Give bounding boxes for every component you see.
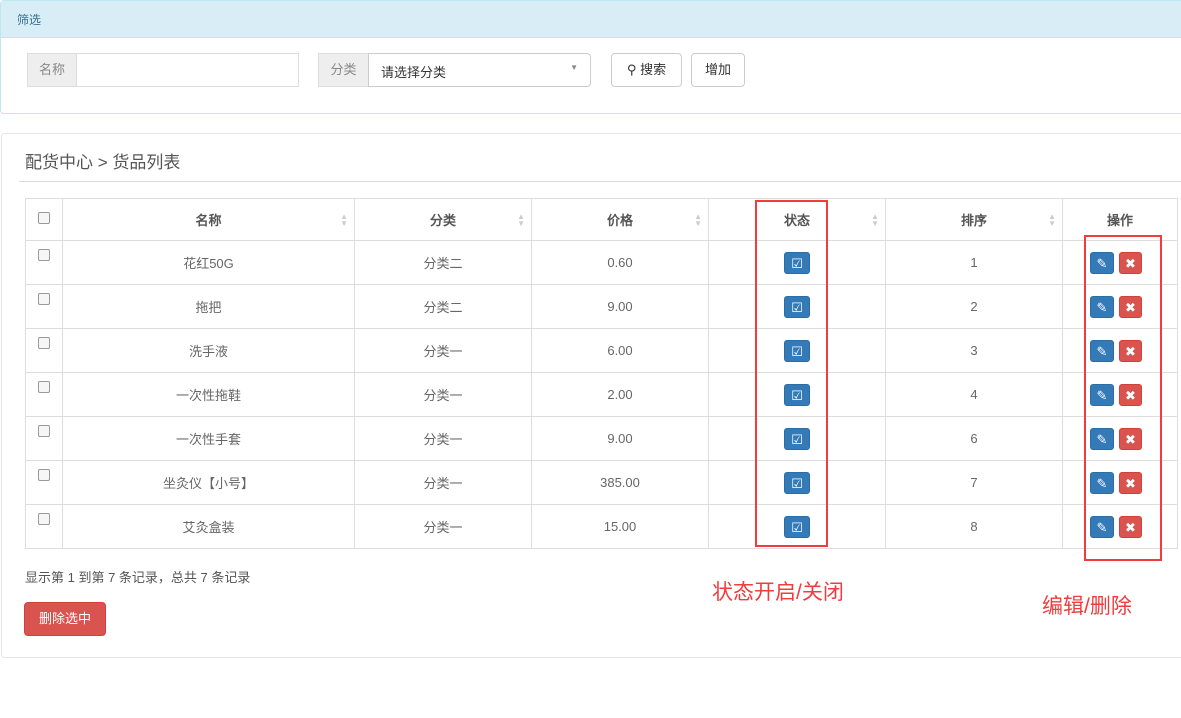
- cell-category: 分类二: [354, 284, 532, 329]
- cell-category: 分类一: [354, 372, 532, 417]
- table-row: 洗手液 分类一 6.00 ☑ 3 ✎ ✖: [25, 328, 1178, 373]
- column-header-name[interactable]: 名称 ▲ ▼: [62, 198, 355, 241]
- cell-order: 3: [885, 328, 1063, 373]
- annotation-box-status: [755, 200, 828, 547]
- filter-panel-title: 筛选: [1, 1, 1181, 38]
- cell-category: 分类一: [354, 416, 532, 461]
- table-row: 坐灸仪【小号】 分类一 385.00 ☑ 7 ✎ ✖: [25, 460, 1178, 505]
- category-label: 分类: [318, 53, 369, 87]
- table-row: 一次性手套 分类一 9.00 ☑ 6 ✎ ✖: [25, 416, 1178, 461]
- cell-price: 0.60: [531, 240, 709, 285]
- sort-icon: ▲ ▼: [871, 212, 879, 228]
- cell-price: 6.00: [531, 328, 709, 373]
- caret-down-icon: ▼: [570, 63, 578, 72]
- sort-icon: ▲ ▼: [517, 212, 525, 228]
- sort-icon: ▲ ▼: [340, 212, 348, 228]
- cell-price: 9.00: [531, 284, 709, 329]
- goods-table: 名称 ▲ ▼ 分类 ▲ ▼ 价格 ▲ ▼ 状态 ▲ ▼ 排序 ▲ ▼ 操作 花红50G 分类二 0.…: [25, 198, 1178, 549]
- row-checkbox[interactable]: [38, 337, 50, 349]
- cell-price: 385.00: [531, 460, 709, 505]
- divider: [19, 181, 1181, 182]
- breadcrumb: 配货中心 > 货品列表: [25, 153, 181, 172]
- sort-icon: ▲ ▼: [1048, 212, 1056, 228]
- cell-order: 8: [885, 504, 1063, 549]
- column-header-price[interactable]: 价格 ▲ ▼: [531, 198, 709, 241]
- cell-price: 15.00: [531, 504, 709, 549]
- add-button[interactable]: 增加: [691, 53, 745, 87]
- name-input[interactable]: [76, 53, 299, 87]
- cell-order: 7: [885, 460, 1063, 505]
- table-row: 拖把 分类二 9.00 ☑ 2 ✎ ✖: [25, 284, 1178, 329]
- name-label: 名称: [27, 53, 77, 87]
- cell-category: 分类二: [354, 240, 532, 285]
- cell-name: 坐灸仪【小号】: [62, 460, 355, 505]
- cell-order: 4: [885, 372, 1063, 417]
- cell-price: 2.00: [531, 372, 709, 417]
- cell-price: 9.00: [531, 416, 709, 461]
- annotation-actions-text: 编辑/删除: [1042, 595, 1132, 618]
- annotation-status-text: 状态开启/关闭: [712, 581, 844, 604]
- category-select[interactable]: 请选择分类 ▼: [368, 53, 591, 87]
- row-checkbox[interactable]: [38, 293, 50, 305]
- row-checkbox[interactable]: [38, 381, 50, 393]
- search-icon: ⚲: [626, 62, 637, 77]
- delete-selected-button[interactable]: 删除选中: [24, 602, 106, 636]
- cell-category: 分类一: [354, 460, 532, 505]
- cell-order: 2: [885, 284, 1063, 329]
- record-summary: 显示第 1 到第 7 条记录，总共 7 条记录: [25, 570, 251, 585]
- cell-order: 1: [885, 240, 1063, 285]
- cell-name: 花红50G: [62, 240, 355, 285]
- row-checkbox[interactable]: [38, 249, 50, 261]
- sort-icon: ▲ ▼: [694, 212, 702, 228]
- cell-name: 一次性拖鞋: [62, 372, 355, 417]
- column-header-category[interactable]: 分类 ▲ ▼: [354, 198, 532, 241]
- search-button[interactable]: ⚲ 搜索: [611, 53, 682, 87]
- column-header-order[interactable]: 排序 ▲ ▼: [885, 198, 1063, 241]
- cell-order: 6: [885, 416, 1063, 461]
- row-checkbox[interactable]: [38, 469, 50, 481]
- cell-name: 洗手液: [62, 328, 355, 373]
- table-row: 一次性拖鞋 分类一 2.00 ☑ 4 ✎ ✖: [25, 372, 1178, 417]
- table-row: 花红50G 分类二 0.60 ☑ 1 ✎ ✖: [25, 240, 1178, 285]
- annotation-box-actions: [1084, 235, 1162, 561]
- row-checkbox[interactable]: [38, 425, 50, 437]
- cell-category: 分类一: [354, 504, 532, 549]
- cell-name: 艾灸盒装: [62, 504, 355, 549]
- table-row: 艾灸盒装 分类一 15.00 ☑ 8 ✎ ✖: [25, 504, 1178, 549]
- category-select-value: 请选择分类: [381, 65, 447, 80]
- select-all-checkbox[interactable]: [38, 212, 50, 224]
- cell-name: 拖把: [62, 284, 355, 329]
- row-checkbox[interactable]: [38, 513, 50, 525]
- cell-name: 一次性手套: [62, 416, 355, 461]
- cell-category: 分类一: [354, 328, 532, 373]
